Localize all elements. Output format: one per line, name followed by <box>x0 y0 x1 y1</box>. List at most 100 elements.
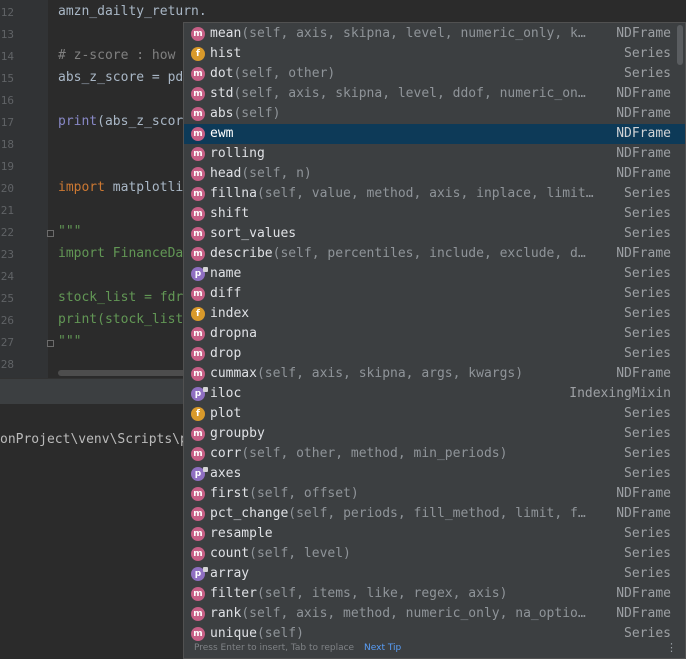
completion-item-type: Series <box>624 526 671 541</box>
item-name-text: hist <box>210 46 242 61</box>
item-name-text: sort_values <box>210 226 297 241</box>
completion-item-type: Series <box>624 186 671 201</box>
horizontal-scrollbar[interactable] <box>58 370 188 376</box>
completion-item-type: NDFrame <box>616 166 671 181</box>
code-line-22[interactable]: """ <box>58 224 81 239</box>
completion-item-first[interactable]: m first(self, offset) NDFrame <box>184 484 685 504</box>
fold-marker[interactable] <box>47 340 54 347</box>
line-number: 26 <box>0 314 14 327</box>
completion-item-rolling[interactable]: m rolling NDFrame <box>184 144 685 164</box>
completion-item-name: axes <box>210 466 241 481</box>
method-icon: m <box>191 587 205 601</box>
item-name-text: index <box>210 306 250 321</box>
lock-icon <box>203 387 208 392</box>
method-icon: m <box>191 447 205 461</box>
field-icon: f <box>191 47 205 61</box>
completion-item-mean[interactable]: m mean(self, axis, skipna, level, numeric… <box>184 24 685 44</box>
footer-hint: Press Enter to insert, Tab to replace <box>194 643 355 653</box>
completion-item-type: Series <box>624 466 671 481</box>
completion-item-sort-values[interactable]: m sort_values Series <box>184 224 685 244</box>
item-signature: (self, other, method, min_periods) <box>241 446 508 461</box>
completion-item-unique[interactable]: m unique(self) Series <box>184 624 685 644</box>
item-signature: (self, axis, method, numeric_only, na_op… <box>241 606 586 621</box>
completion-item-name: resample <box>210 526 273 541</box>
completion-item-type: Series <box>624 426 671 441</box>
completion-item-iloc[interactable]: p iloc IndexingMixin <box>184 384 685 404</box>
method-icon: m <box>191 367 205 381</box>
item-signature: (self, axis, skipna, level, numeric_only… <box>241 26 586 41</box>
completion-item-array[interactable]: p array Series <box>184 564 685 584</box>
code-line-15[interactable]: abs_z_score = pd <box>58 70 183 85</box>
code-line-23[interactable]: import FinanceDa <box>58 246 183 261</box>
item-signature: (self, axis, skipna, args, kwargs) <box>256 366 524 381</box>
completion-item-resample[interactable]: m resample Series <box>184 524 685 544</box>
completion-item-name: rolling <box>210 146 265 161</box>
property-icon: p <box>191 387 208 401</box>
method-icon: m <box>191 207 205 221</box>
completion-item-dropna[interactable]: m dropna Series <box>184 324 685 344</box>
completion-item-name: drop <box>210 346 241 361</box>
completion-item-name: diff <box>210 286 241 301</box>
item-name-text: std <box>210 86 234 101</box>
item-name-text: resample <box>210 526 273 541</box>
item-name-text: rolling <box>210 146 265 161</box>
completion-item-hist[interactable]: f hist Series <box>184 44 685 64</box>
code-line-26[interactable]: print(stock_list <box>58 312 183 327</box>
completion-item-groupby[interactable]: m groupby Series <box>184 424 685 444</box>
item-name-text: corr <box>210 446 242 461</box>
method-icon: m <box>191 87 205 101</box>
completion-item-rank[interactable]: m rank(self, axis, method, numeric_only, … <box>184 604 685 624</box>
completion-item-ewm[interactable]: m ewm NDFrame <box>184 124 685 144</box>
completion-item-describe[interactable]: m describe(self, percentiles, include, ex… <box>184 244 685 264</box>
completion-item-name: std(self, axis, skipna, level, ddof, num… <box>210 86 586 101</box>
next-tip-link[interactable]: Next Tip <box>364 643 401 653</box>
completion-item-shift[interactable]: m shift Series <box>184 204 685 224</box>
completion-item-name: count(self, level) <box>210 546 351 561</box>
code-line-14[interactable]: # z-score : how <box>58 48 175 63</box>
completion-item-type: NDFrame <box>616 366 671 381</box>
code-line-20[interactable]: import matplotli <box>58 180 183 195</box>
completion-item-abs[interactable]: m abs(self) NDFrame <box>184 104 685 124</box>
completion-item-corr[interactable]: m corr(self, other, method, min_periods) S… <box>184 444 685 464</box>
completion-item-drop[interactable]: m drop Series <box>184 344 685 364</box>
method-icon: m <box>191 487 205 501</box>
completion-item-type: NDFrame <box>616 86 671 101</box>
completion-item-fillna[interactable]: m fillna(self, value, method, axis, inpla… <box>184 184 685 204</box>
completion-item-count[interactable]: m count(self, level) Series <box>184 544 685 564</box>
code-line-27[interactable]: """ <box>58 334 81 349</box>
item-name-text: cummax <box>210 366 257 381</box>
completion-item-name[interactable]: p name Series <box>184 264 685 284</box>
item-signature: (self, items, like, regex, axis) <box>256 586 508 601</box>
line-number: 28 <box>0 358 14 371</box>
completion-item-name: name <box>210 266 241 281</box>
completion-item-type: NDFrame <box>616 586 671 601</box>
item-name-text: ewm <box>210 126 234 141</box>
completion-item-head[interactable]: m head(self, n) NDFrame <box>184 164 685 184</box>
completion-item-cummax[interactable]: m cummax(self, axis, skipna, args, kwargs… <box>184 364 685 384</box>
fold-marker[interactable] <box>47 230 54 237</box>
code-line-25[interactable]: stock_list = fdr <box>58 290 183 305</box>
lock-icon <box>203 567 208 572</box>
method-icon: m <box>191 507 205 521</box>
completion-item-type: Series <box>624 446 671 461</box>
print-call: print <box>58 114 98 129</box>
completion-item-index[interactable]: f index Series <box>184 304 685 324</box>
completion-item-type: NDFrame <box>616 606 671 621</box>
method-icon: m <box>191 347 205 361</box>
completion-item-filter[interactable]: m filter(self, items, like, regex, axis) N… <box>184 584 685 604</box>
completion-item-diff[interactable]: m diff Series <box>184 284 685 304</box>
completion-item-pct-change[interactable]: m pct_change(self, periods, fill_method, … <box>184 504 685 524</box>
completion-item-name: head(self, n) <box>210 166 312 181</box>
completion-item-axes[interactable]: p axes Series <box>184 464 685 484</box>
line-number: 13 <box>0 28 14 41</box>
code-line-17[interactable]: print(abs_z_scor <box>58 114 183 129</box>
completion-item-type: IndexingMixin <box>569 386 671 401</box>
completion-item-std[interactable]: m std(self, axis, skipna, level, ddof, nu… <box>184 84 685 104</box>
item-name-text: drop <box>210 346 242 361</box>
completion-item-plot[interactable]: f plot Series <box>184 404 685 424</box>
completion-item-dot[interactable]: m dot(self, other) Series <box>184 64 685 84</box>
completion-item-name: dropna <box>210 326 257 341</box>
completion-popup[interactable]: Press Enter to insert, Tab to replace Ne… <box>183 22 686 659</box>
completion-item-name: shift <box>210 206 249 221</box>
code-line-12[interactable]: amzn_dailty_return. <box>58 4 207 19</box>
